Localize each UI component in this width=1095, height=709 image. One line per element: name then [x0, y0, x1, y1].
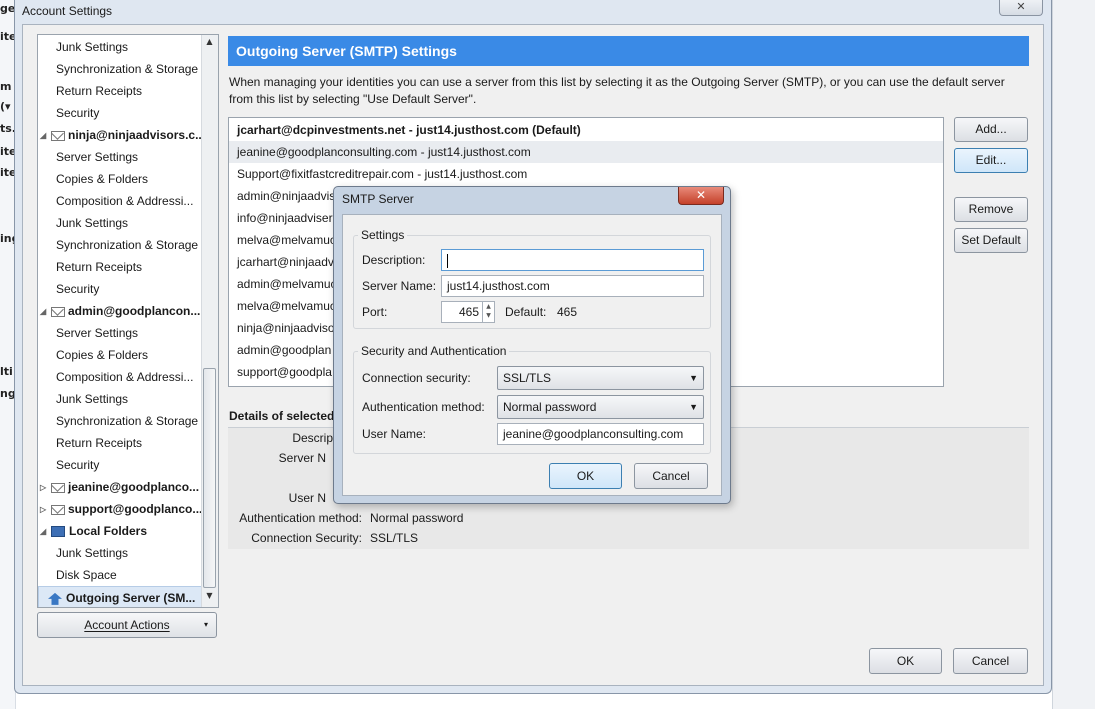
tree-item-copies-folders[interactable]: Copies & Folders — [38, 168, 148, 190]
port-label: Port: — [362, 305, 388, 319]
server-list-item[interactable]: Support@fixitfastcreditrepair.com - just… — [229, 163, 943, 185]
window-close-button[interactable]: ✕ — [999, 0, 1043, 16]
ok-button[interactable]: OK — [869, 648, 942, 674]
panel-description: When managing your identities you can us… — [229, 75, 1005, 106]
account-tree[interactable]: Junk Settings Synchronization & Storage … — [37, 34, 219, 608]
server-name-label: Server Name: — [362, 279, 437, 293]
tree-account-support[interactable]: ▷ support@goodplanco... — [38, 498, 202, 520]
close-icon: ✕ — [695, 188, 707, 202]
default-port-label: Default: — [505, 305, 547, 319]
auth-method-select[interactable]: Normal password ▼ — [497, 395, 704, 419]
set-default-button[interactable]: Set Default — [954, 228, 1028, 253]
expanded-arrow-icon[interactable]: ◢ — [40, 301, 50, 323]
panel-header: Outgoing Server (SMTP) Settings — [228, 36, 1029, 66]
settings-group-title: Settings — [358, 228, 408, 242]
user-name-input[interactable]: jeanine@goodplanconsulting.com — [497, 423, 704, 445]
security-group-title: Security and Authentication — [358, 344, 510, 358]
text-caret — [447, 253, 448, 268]
account-actions-button[interactable]: Account Actions ▾ — [37, 612, 217, 638]
tree-item-server-settings[interactable]: Server Settings — [38, 146, 138, 168]
details-server-name-label: Server N — [278, 451, 326, 465]
close-icon: ✕ — [1016, 0, 1026, 13]
server-list-item[interactable]: jeanine@goodplanconsulting.com - just14.… — [229, 141, 943, 163]
add-server-button[interactable]: Add... — [954, 117, 1028, 142]
tree-item-composition[interactable]: Composition & Addressi... — [38, 366, 193, 388]
auth-method-label: Authentication method: — [362, 400, 485, 414]
scroll-down-arrow-icon[interactable]: ▼ — [202, 591, 217, 605]
tree-item-composition[interactable]: Composition & Addressi... — [38, 190, 193, 212]
tree-item-junk-settings[interactable]: Junk Settings — [38, 388, 128, 410]
mail-account-icon — [51, 130, 65, 141]
dialog-title: SMTP Server — [342, 192, 414, 206]
tree-item-junk-settings[interactable]: Junk Settings — [38, 36, 128, 58]
tree-account-jeanine[interactable]: ▷ jeanine@goodplanco... — [38, 476, 199, 498]
spin-up-icon[interactable]: ▲ — [483, 302, 494, 311]
tree-item-return-receipts[interactable]: Return Receipts — [38, 432, 142, 454]
local-folders-icon — [51, 526, 65, 538]
details-user-name-label: User N — [288, 491, 326, 505]
tree-item-sync-storage[interactable]: Synchronization & Storage — [38, 58, 198, 80]
tree-account-ninja[interactable]: ◢ ninja@ninjaadvisors.c... — [38, 124, 205, 146]
mail-account-icon — [51, 306, 65, 317]
tree-item-return-receipts[interactable]: Return Receipts — [38, 256, 142, 278]
background-app-right — [1052, 0, 1095, 709]
user-name-label: User Name: — [362, 427, 427, 441]
tree-item-security[interactable]: Security — [38, 102, 99, 124]
details-connection-label: Connection Security: — [251, 531, 362, 545]
outgoing-server-icon — [48, 592, 62, 605]
tree-scrollbar-thumb[interactable] — [203, 368, 216, 588]
tree-item-server-settings[interactable]: Server Settings — [38, 322, 138, 344]
details-title: Details of selected — [229, 409, 335, 423]
tree-item-return-receipts[interactable]: Return Receipts — [38, 80, 142, 102]
tree-item-outgoing-server[interactable]: Outgoing Server (SM... — [38, 586, 204, 607]
collapsed-arrow-icon[interactable]: ▷ — [40, 499, 50, 521]
tree-item-junk-settings[interactable]: Junk Settings — [38, 542, 128, 564]
tree-item-copies-folders[interactable]: Copies & Folders — [38, 344, 148, 366]
port-stepper[interactable]: ▲ ▼ — [482, 302, 494, 322]
dropdown-arrow-icon: ▾ — [203, 620, 208, 629]
expanded-arrow-icon[interactable]: ◢ — [40, 125, 50, 147]
details-connection-value: SSL/TLS — [370, 531, 419, 545]
chevron-down-icon: ▼ — [689, 402, 698, 412]
tree-account-admin-goodplan[interactable]: ◢ admin@goodplancon... — [38, 300, 200, 322]
details-description-label: Descrip — [292, 431, 333, 445]
details-auth-value: Normal password — [370, 511, 464, 525]
expanded-arrow-icon[interactable]: ◢ — [40, 521, 50, 543]
description-label: Description: — [362, 253, 426, 267]
tree-local-folders[interactable]: ◢ Local Folders — [38, 520, 147, 542]
details-auth-label: Authentication method: — [239, 511, 362, 525]
description-input[interactable] — [441, 249, 704, 271]
cancel-button[interactable]: Cancel — [953, 648, 1028, 674]
default-port-value: 465 — [557, 305, 578, 319]
remove-server-button[interactable]: Remove — [954, 197, 1028, 222]
scroll-up-arrow-icon[interactable]: ▲ — [202, 37, 217, 51]
mail-account-icon — [51, 482, 65, 493]
tree-item-sync-storage[interactable]: Synchronization & Storage — [38, 234, 198, 256]
mail-account-icon — [51, 504, 65, 515]
tree-item-security[interactable]: Security — [38, 454, 99, 476]
collapsed-arrow-icon[interactable]: ▷ — [40, 477, 50, 499]
edit-server-button[interactable]: Edit... — [954, 148, 1028, 173]
tree-item-sync-storage[interactable]: Synchronization & Storage — [38, 410, 198, 432]
connection-security-label: Connection security: — [362, 371, 471, 385]
spin-down-icon[interactable]: ▼ — [483, 311, 494, 320]
server-name-input[interactable]: just14.justhost.com — [441, 275, 704, 297]
server-list-item[interactable]: jcarhart@dcpinvestments.net - just14.jus… — [229, 119, 943, 141]
tree-item-junk-settings[interactable]: Junk Settings — [38, 212, 128, 234]
connection-security-select[interactable]: SSL/TLS ▼ — [497, 366, 704, 390]
tree-item-disk-space[interactable]: Disk Space — [38, 564, 117, 586]
dialog-cancel-button[interactable]: Cancel — [634, 463, 708, 489]
dialog-close-button[interactable]: ✕ — [678, 187, 724, 205]
tree-item-security[interactable]: Security — [38, 278, 99, 300]
window-title: Account Settings — [22, 4, 113, 18]
dialog-ok-button[interactable]: OK — [549, 463, 622, 489]
chevron-down-icon: ▼ — [689, 373, 698, 383]
